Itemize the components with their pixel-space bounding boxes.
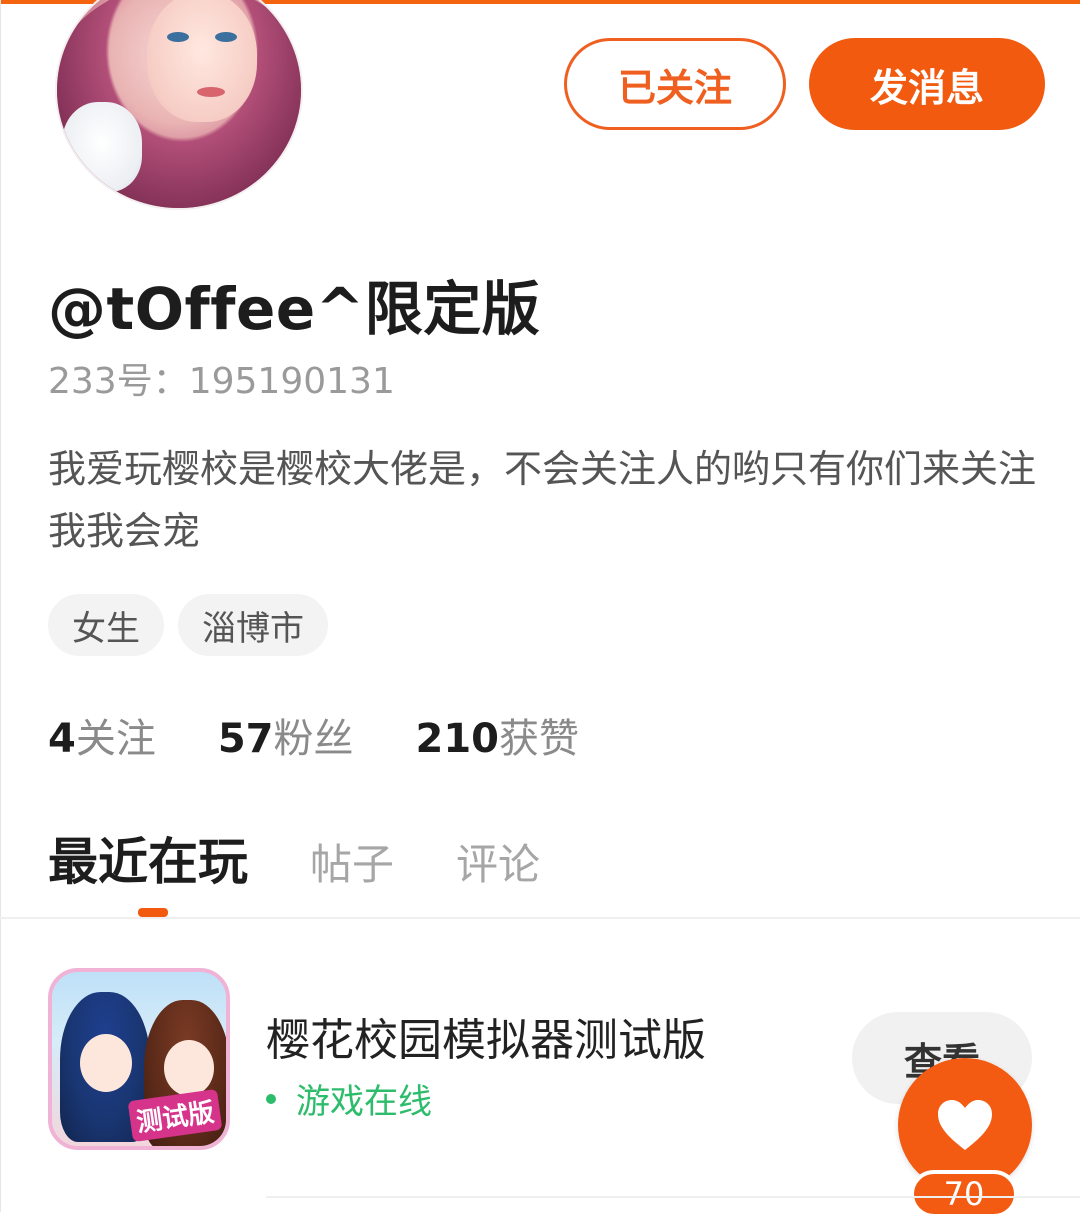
stat-following-count: 4 bbox=[48, 716, 76, 762]
stat-likes-count: 210 bbox=[415, 716, 500, 762]
profile-bio: 我爱玩樱校是樱校大佬是，不会关注人的哟只有你们来关注我我会宠 bbox=[48, 447, 1037, 553]
profile-stats: 4关注 57粉丝 210获赞 bbox=[48, 706, 579, 764]
avatar[interactable] bbox=[55, 0, 303, 210]
game-title[interactable]: 樱花校园模拟器测试版 bbox=[266, 1004, 706, 1068]
avatar-cat bbox=[62, 102, 142, 192]
stat-fans-count: 57 bbox=[217, 716, 274, 762]
game-icon[interactable]: 测试版 bbox=[48, 968, 230, 1150]
tag-location: 淄博市 bbox=[178, 594, 328, 656]
tab-posts[interactable]: 帖子 bbox=[310, 831, 394, 892]
stat-following-label: 关注 bbox=[75, 716, 156, 762]
tab-recently-playing[interactable]: 最近在玩 bbox=[48, 822, 248, 894]
game-status: 游戏在线 bbox=[266, 1074, 432, 1123]
left-edge-line bbox=[0, 0, 1, 1212]
tabs-divider bbox=[0, 917, 1080, 919]
avatar-lips bbox=[197, 87, 225, 97]
list-divider bbox=[266, 1196, 1080, 1198]
tab-comments[interactable]: 评论 bbox=[456, 831, 540, 892]
tag-gender: 女生 bbox=[48, 594, 164, 656]
stat-likes-label: 获赞 bbox=[499, 716, 580, 762]
game-icon-face-left bbox=[80, 1034, 132, 1092]
heart-icon bbox=[938, 1100, 992, 1150]
game-icon-face-right bbox=[164, 1040, 214, 1096]
profile-tags: 女生 淄博市 bbox=[48, 594, 328, 656]
profile-name: @tOffee^限定版 bbox=[48, 275, 541, 343]
online-dot-icon bbox=[266, 1093, 276, 1104]
following-button[interactable]: 已关注 bbox=[564, 38, 786, 130]
stat-following[interactable]: 4关注 bbox=[48, 706, 156, 764]
send-message-button[interactable]: 发消息 bbox=[809, 38, 1045, 130]
stat-fans-label: 粉丝 bbox=[273, 716, 354, 762]
stat-likes[interactable]: 210获赞 bbox=[416, 706, 580, 764]
active-tab-indicator bbox=[138, 908, 168, 917]
game-status-label: 游戏在线 bbox=[296, 1082, 432, 1122]
profile-id: 233号：195190131 bbox=[48, 361, 395, 402]
avatar-eye-right bbox=[215, 32, 237, 42]
like-count-badge: 70 bbox=[910, 1170, 1018, 1218]
avatar-eye-left bbox=[167, 32, 189, 42]
stat-fans[interactable]: 57粉丝 bbox=[218, 706, 354, 764]
avatar-face bbox=[147, 0, 257, 122]
profile-tabs: 最近在玩 帖子 评论 bbox=[48, 822, 540, 894]
